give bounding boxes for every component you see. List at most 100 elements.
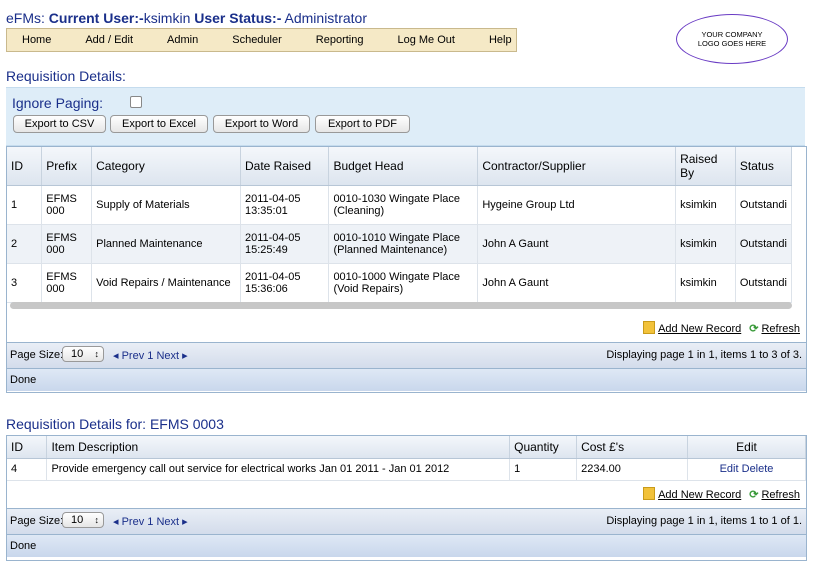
cell-date: 2011-04-05 13:35:01 — [240, 185, 330, 225]
status-bar: Done — [7, 535, 806, 557]
menu-help[interactable]: Help — [472, 34, 529, 46]
ignore-paging-checkbox[interactable] — [130, 96, 142, 108]
cell-date: 2011-04-05 15:25:49 — [240, 224, 330, 264]
export-csv-button[interactable]: Export to CSV — [13, 115, 106, 133]
col-edit: Edit — [687, 436, 806, 459]
cell-status: Outstandi — [735, 185, 793, 225]
add-refresh-bar: Add New Record ⟳ Refresh — [7, 487, 806, 507]
add-new-record-link[interactable]: Add New Record — [658, 489, 741, 501]
add-record-icon — [643, 487, 656, 500]
horizontal-scrollbar[interactable] — [10, 302, 792, 309]
next-link[interactable]: Next — [156, 350, 179, 362]
logo-text: YOUR COMPANY LOGO GOES HERE — [697, 30, 767, 48]
cell-raised-by: ksimkin — [675, 263, 736, 303]
table-row[interactable]: 4 Provide emergency call out service for… — [7, 458, 806, 481]
refresh-icon: ⟳ — [749, 323, 759, 335]
table-row[interactable]: 1 EFMS 000 Supply of Materials 2011-04-0… — [7, 185, 793, 225]
user-status-label: User Status:- — [194, 10, 282, 26]
page-size-label: Page Size: — [10, 349, 64, 361]
cell-edit-actions: Edit Delete — [687, 458, 806, 481]
page-size-select[interactable]: 10 — [62, 512, 104, 528]
col-status[interactable]: Status — [735, 147, 793, 186]
requisition-grid: ID Prefix Category Date Raised Budget He… — [6, 146, 807, 393]
main-menu: Home Add / Edit Admin Scheduler Reportin… — [6, 28, 517, 52]
cell-prefix: EFMS 000 — [41, 224, 93, 264]
prev-link[interactable]: Prev — [122, 350, 145, 362]
menu-add-edit[interactable]: Add / Edit — [68, 34, 150, 46]
page-size-select[interactable]: 10 — [62, 346, 104, 362]
cell-raised-by: ksimkin — [675, 185, 736, 225]
cell-id: 3 — [7, 263, 43, 303]
menu-home[interactable]: Home — [7, 34, 68, 46]
app-name: eFMs: — [6, 10, 45, 26]
cell-quantity: 1 — [509, 458, 578, 481]
page-link[interactable]: 1 — [147, 350, 153, 362]
delete-link[interactable]: Delete — [742, 463, 774, 475]
table-row[interactable]: 2 EFMS 000 Planned Maintenance 2011-04-0… — [7, 224, 793, 264]
requisition-header-row: ID Prefix Category Date Raised Budget He… — [7, 147, 793, 186]
pager-bar: Page Size: 10 ◂ Prev 1 Next ▸ Displaying… — [7, 508, 806, 535]
menu-scheduler[interactable]: Scheduler — [215, 34, 299, 46]
col-date-raised[interactable]: Date Raised — [240, 147, 330, 186]
cell-contractor: Hygeine Group Ltd — [477, 185, 677, 225]
cell-status: Outstandi — [735, 263, 793, 303]
edit-link[interactable]: Edit — [720, 463, 739, 475]
current-user-label: Current User:- — [48, 10, 144, 26]
pager-bar: Page Size: 10 ◂ Prev 1 Next ▸ Displaying… — [7, 342, 806, 369]
table-row[interactable]: 3 EFMS 000 Void Repairs / Maintenance 20… — [7, 263, 793, 303]
company-logo: YOUR COMPANY LOGO GOES HERE — [676, 14, 788, 64]
details-header-row: ID Item Description Quantity Cost £'s Ed… — [7, 436, 806, 459]
displaying-text: Displaying page 1 in 1, items 1 to 1 of … — [606, 515, 802, 527]
cell-budget: 0010-1030 Wingate Place (Cleaning) — [328, 185, 479, 225]
cell-prefix: EFMS 000 — [41, 185, 93, 225]
page-size-label: Page Size: — [10, 515, 64, 527]
cell-category: Supply of Materials — [91, 185, 241, 225]
col-id[interactable]: ID — [7, 147, 43, 186]
col-contractor[interactable]: Contractor/Supplier — [477, 147, 677, 186]
requisition-title: Requisition Details: — [6, 68, 126, 84]
status-text: Done — [10, 540, 37, 552]
add-record-icon — [643, 321, 656, 334]
user-status: Administrator — [284, 10, 367, 26]
details-title: Requisition Details for: EFMS 0003 — [6, 416, 224, 432]
col-raised-by[interactable]: Raised By — [675, 147, 736, 186]
details-table: ID Item Description Quantity Cost £'s Ed… — [7, 436, 806, 481]
page-link[interactable]: 1 — [147, 516, 153, 528]
refresh-link[interactable]: Refresh — [761, 323, 800, 335]
cell-item-id: 4 — [7, 458, 48, 481]
cell-budget: 0010-1010 Wingate Place (Planned Mainten… — [328, 224, 479, 264]
col-category[interactable]: Category — [91, 147, 241, 186]
pager-nav: ◂ Prev 1 Next ▸ — [113, 516, 188, 528]
refresh-icon: ⟳ — [749, 489, 759, 501]
add-new-record-link[interactable]: Add New Record — [658, 323, 741, 335]
menu-log-out[interactable]: Log Me Out — [380, 34, 471, 46]
export-word-button[interactable]: Export to Word — [213, 115, 310, 133]
cell-status: Outstandi — [735, 224, 793, 264]
menu-admin[interactable]: Admin — [150, 34, 215, 46]
cell-budget: 0010-1000 Wingate Place (Void Repairs) — [328, 263, 479, 303]
col-quantity[interactable]: Quantity — [509, 436, 578, 459]
details-grid: ID Item Description Quantity Cost £'s Ed… — [6, 435, 807, 561]
status-bar: Done — [7, 369, 806, 391]
refresh-link[interactable]: Refresh — [761, 489, 800, 501]
export-excel-button[interactable]: Export to Excel — [110, 115, 208, 133]
menu-reporting[interactable]: Reporting — [299, 34, 381, 46]
add-refresh-bar: Add New Record ⟳ Refresh — [7, 321, 806, 341]
requisition-table: ID Prefix Category Date Raised Budget He… — [7, 147, 793, 303]
col-prefix[interactable]: Prefix — [41, 147, 93, 186]
cell-contractor: John A Gaunt — [477, 224, 677, 264]
export-toolbar: Ignore Paging: Export to CSV Export to E… — [6, 87, 805, 146]
cell-date: 2011-04-05 15:36:06 — [240, 263, 330, 303]
cell-raised-by: ksimkin — [675, 224, 736, 264]
current-user: ksimkin — [143, 10, 191, 26]
cell-prefix: EFMS 000 — [41, 263, 93, 303]
next-link[interactable]: Next — [156, 516, 179, 528]
col-item-id[interactable]: ID — [7, 436, 48, 459]
col-budget-head[interactable]: Budget Head — [328, 147, 479, 186]
col-item-description[interactable]: Item Description — [46, 436, 511, 459]
displaying-text: Displaying page 1 in 1, items 1 to 3 of … — [606, 349, 802, 361]
export-pdf-button[interactable]: Export to PDF — [315, 115, 410, 133]
col-cost[interactable]: Cost £'s — [576, 436, 689, 459]
cell-cost: 2234.00 — [576, 458, 689, 481]
prev-link[interactable]: Prev — [122, 516, 145, 528]
